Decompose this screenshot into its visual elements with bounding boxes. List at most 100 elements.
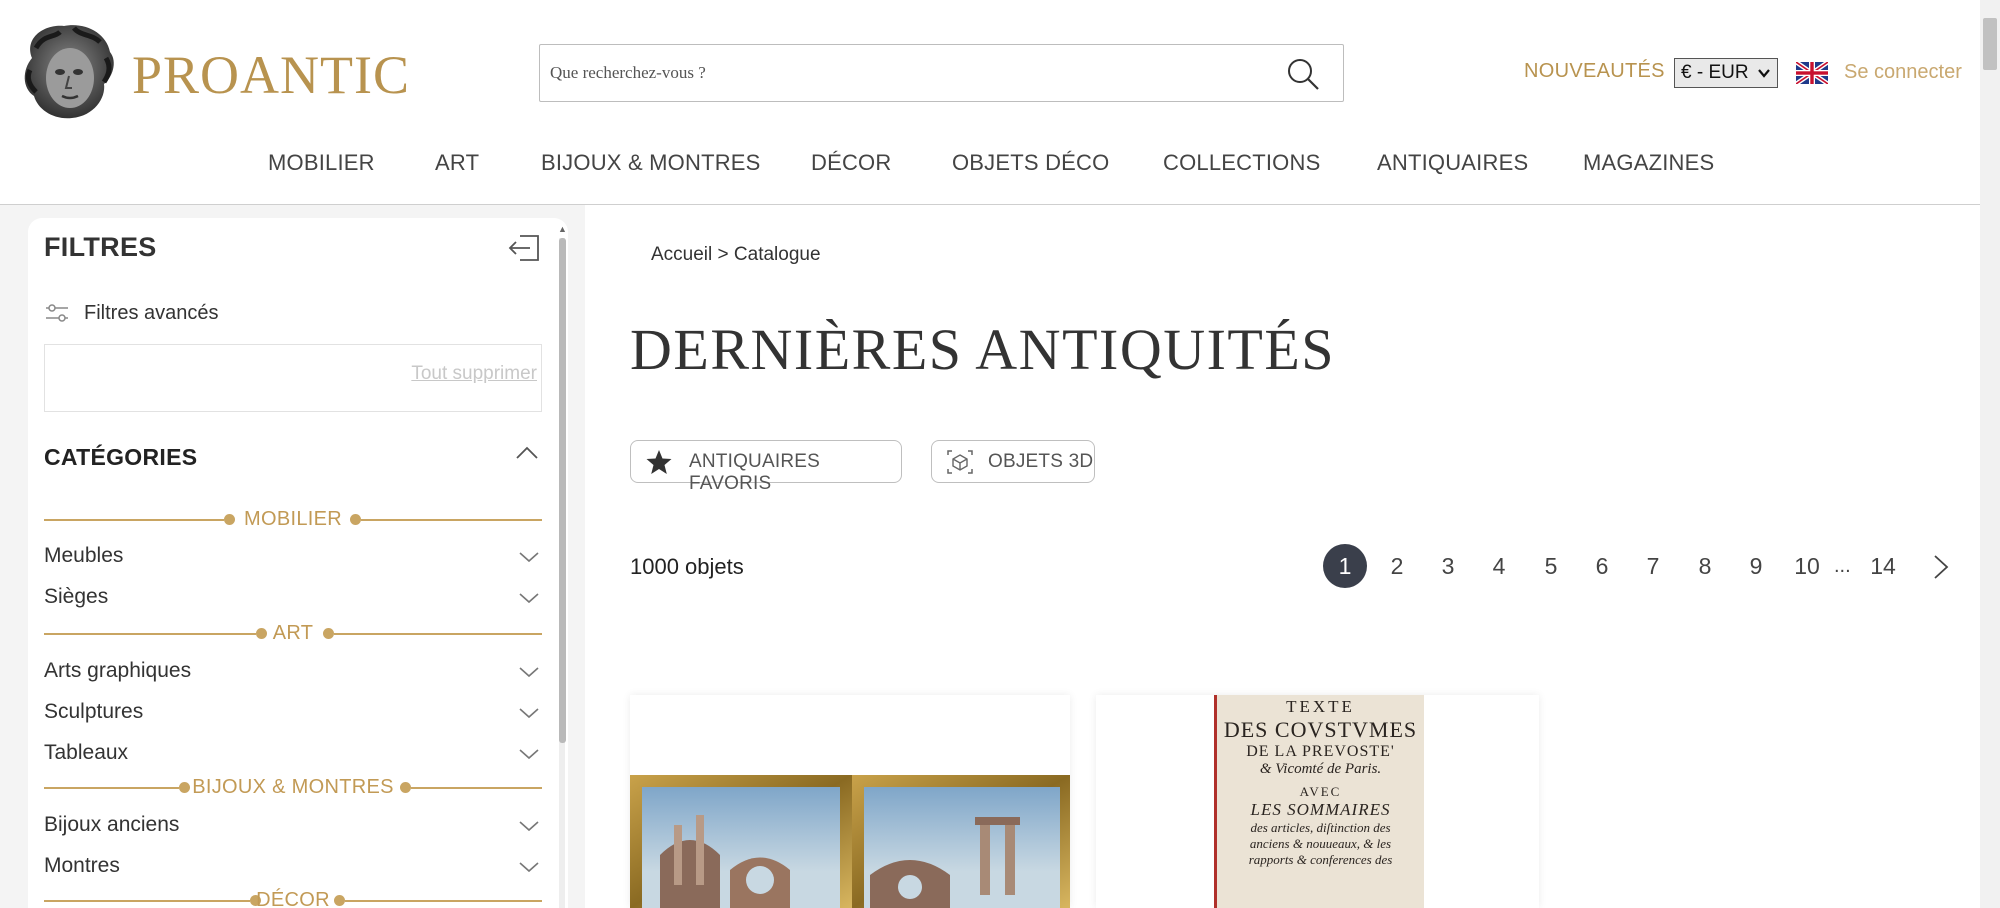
- category-item-bijoux-anciens[interactable]: Bijoux anciens: [44, 813, 542, 843]
- book-line: LES SOMMAIRES: [1250, 800, 1391, 819]
- sidebar-scrollbar-thumb[interactable]: [559, 238, 566, 743]
- page-scrollbar[interactable]: [1980, 0, 2000, 908]
- product-card[interactable]: TEXTE DES COVSTVMES DE LA PREVOSTE' & Vi…: [1096, 695, 1539, 908]
- search-icon[interactable]: [1285, 56, 1321, 92]
- uk-flag-icon[interactable]: [1796, 62, 1828, 84]
- search-bar: [539, 44, 1344, 102]
- chip-label: ANTIQUAIRES FAVORIS: [689, 451, 820, 494]
- chevron-down-icon[interactable]: [518, 550, 540, 564]
- nav-magazines[interactable]: MAGAZINES: [1583, 150, 1714, 176]
- nav-collections[interactable]: COLLECTIONS: [1163, 150, 1320, 176]
- chevron-down-icon[interactable]: [518, 665, 540, 679]
- nav-art[interactable]: ART: [435, 150, 479, 176]
- favorite-dealers-button[interactable]: ANTIQUAIRES FAVORIS: [630, 440, 902, 494]
- category-item-meubles[interactable]: Meubles: [44, 544, 542, 574]
- chevron-down-icon[interactable]: [518, 591, 540, 605]
- page-scrollbar-thumb[interactable]: [1983, 18, 1997, 70]
- currency-value: € - EUR: [1681, 62, 1749, 83]
- nav-mobilier[interactable]: MOBILIER: [268, 150, 375, 176]
- page-10-button[interactable]: 10: [1785, 544, 1829, 588]
- book-line: DE LA PREVOSTE': [1246, 743, 1395, 760]
- chevron-down-icon: [1758, 69, 1770, 78]
- main-nav: MOBILIER ART BIJOUX & MONTRES DÉCOR OBJE…: [0, 150, 1980, 190]
- categories-title[interactable]: CATÉGORIES: [44, 444, 197, 471]
- category-item-montres[interactable]: Montres: [44, 854, 542, 884]
- advanced-filters-link[interactable]: Filtres avancés: [84, 302, 219, 325]
- category-item-sculptures[interactable]: Sculptures: [44, 700, 542, 730]
- category-item-arts-graphiques[interactable]: Arts graphiques: [44, 659, 542, 689]
- group-divider-right: [345, 900, 542, 902]
- page-9-button[interactable]: 9: [1734, 544, 1778, 588]
- page-8-button[interactable]: 8: [1683, 544, 1727, 588]
- page-3-button[interactable]: 3: [1426, 544, 1470, 588]
- collapse-sidebar-icon[interactable]: [506, 232, 542, 264]
- category-item-tableaux[interactable]: Tableaux: [44, 741, 542, 771]
- page-7-button[interactable]: 7: [1631, 544, 1675, 588]
- category-label: Arts graphiques: [44, 659, 192, 682]
- sidebar-scrollbar[interactable]: ▲: [556, 224, 568, 908]
- chevron-right-icon[interactable]: [1932, 554, 1950, 580]
- chevron-up-icon[interactable]: [514, 444, 540, 462]
- 3d-objects-button[interactable]: OBJETS 3D: [931, 440, 1095, 483]
- result-count: 1000 objets: [630, 554, 744, 579]
- filters-sidebar: FILTRES Filtres avancés Tout supprimer C…: [28, 218, 568, 908]
- brand-name[interactable]: PROANTIC: [132, 44, 410, 106]
- chevron-down-icon[interactable]: [518, 747, 540, 761]
- star-icon: [646, 450, 672, 474]
- group-divider-right: [334, 633, 542, 635]
- category-group-mobilier: MOBILIER: [44, 508, 542, 532]
- filters-title: FILTRES: [44, 232, 157, 262]
- book-line: anciens & nouueaux, & les: [1249, 836, 1392, 851]
- pagination-ellipsis: ...: [1834, 555, 1851, 577]
- active-filters-box: Tout supprimer: [44, 344, 542, 412]
- page-1-button[interactable]: 1: [1323, 544, 1367, 588]
- book-line: DES COVSTVMES: [1223, 717, 1418, 742]
- group-label[interactable]: DÉCOR: [44, 889, 542, 908]
- search-input[interactable]: [550, 57, 1250, 89]
- page-6-button[interactable]: 6: [1580, 544, 1624, 588]
- category-item-sieges[interactable]: Sièges: [44, 585, 542, 615]
- page-5-button[interactable]: 5: [1529, 544, 1573, 588]
- nouveautes-link[interactable]: NOUVEAUTÉS: [1524, 60, 1665, 83]
- book-line: AVEC: [1299, 784, 1342, 799]
- nav-antiquaires[interactable]: ANTIQUAIRES: [1377, 150, 1528, 176]
- breadcrumb[interactable]: Accueil > Catalogue: [651, 244, 821, 266]
- group-dot: [350, 514, 361, 525]
- sliders-icon[interactable]: [44, 302, 70, 324]
- nav-bijoux-montres[interactable]: BIJOUX & MONTRES: [541, 150, 761, 176]
- pagination: 1 2 3 4 5 6 7 8 9 10 ... 14: [1320, 544, 1960, 588]
- page-2-button[interactable]: 2: [1375, 544, 1419, 588]
- product-image-book[interactable]: TEXTE DES COVSTVMES DE LA PREVOSTE' & Vi…: [1214, 695, 1424, 908]
- 3d-cube-icon: [947, 450, 973, 474]
- category-label: Sièges: [44, 585, 109, 608]
- book-line: & Vicomté de Paris.: [1259, 761, 1382, 777]
- group-dot: [334, 895, 345, 906]
- book-line: rapports & conferences des: [1248, 852, 1393, 867]
- product-card[interactable]: [630, 695, 1070, 908]
- chevron-down-icon[interactable]: [518, 819, 540, 833]
- currency-select[interactable]: € - EUR: [1674, 58, 1778, 88]
- category-group-art: ART: [44, 622, 542, 646]
- login-link[interactable]: Se connecter: [1844, 61, 1962, 84]
- book-line: TEXTE: [1286, 697, 1355, 716]
- category-group-bijoux-montres: BIJOUX & MONTRES: [44, 776, 542, 800]
- group-divider-right: [411, 787, 542, 789]
- nav-objets-deco[interactable]: OBJETS DÉCO: [952, 150, 1109, 176]
- chevron-down-icon[interactable]: [518, 860, 540, 874]
- group-dot: [323, 628, 334, 639]
- logo-sculpture-head-icon[interactable]: [14, 18, 124, 123]
- page-14-button[interactable]: 14: [1861, 544, 1905, 588]
- category-label: Montres: [44, 854, 120, 877]
- scroll-up-arrow-icon[interactable]: ▲: [558, 224, 567, 234]
- page-4-button[interactable]: 4: [1477, 544, 1521, 588]
- chip-label: OBJETS 3D: [988, 451, 1094, 472]
- group-dot: [400, 782, 411, 793]
- page-title: DERNIÈRES ANTIQUITÉS: [630, 317, 1336, 382]
- category-label: Sculptures: [44, 700, 144, 723]
- product-image-paintings[interactable]: [630, 695, 1070, 908]
- clear-all-filters-link[interactable]: Tout supprimer: [411, 363, 537, 385]
- category-label: Tableaux: [44, 741, 129, 764]
- category-label: Meubles: [44, 544, 124, 567]
- nav-decor[interactable]: DÉCOR: [811, 150, 891, 176]
- chevron-down-icon[interactable]: [518, 706, 540, 720]
